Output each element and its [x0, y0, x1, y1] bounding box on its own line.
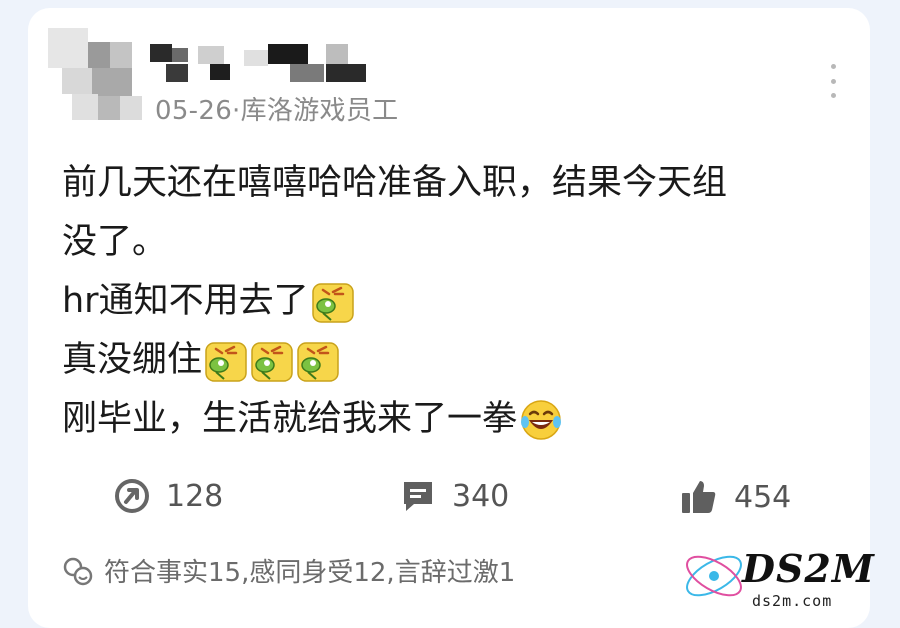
post-line: 没了。: [62, 222, 168, 262]
facepalm-emoji-icon: [311, 280, 355, 324]
reaction-summary[interactable]: 符合事实15,感同身受12,言辞过激1: [62, 552, 515, 589]
reaction-faces-icon: [63, 557, 93, 585]
avatar[interactable]: [48, 28, 146, 120]
share-icon: [115, 479, 149, 513]
post-line: 真没绷住: [62, 331, 842, 390]
share-button[interactable]: 128: [114, 478, 223, 514]
like-button[interactable]: 454: [680, 478, 791, 516]
post-line: 前几天还在嘻嘻哈哈准备入职，结果今天组: [62, 163, 728, 203]
watermark-url: ds2m.com: [752, 592, 833, 610]
post-content: 前几天还在嘻嘻哈哈准备入职，结果今天组 没了。 hr通知不用去了 真没绷住 刚毕…: [62, 154, 842, 449]
facepalm-emoji-icon: [250, 339, 294, 383]
thumbs-up-icon: [682, 481, 716, 513]
more-options-icon[interactable]: [826, 64, 840, 98]
facepalm-emoji-icon: [204, 339, 248, 383]
username[interactable]: [150, 44, 380, 84]
comment-button[interactable]: 340: [400, 478, 509, 514]
post-meta: 05-26·库洛游戏员工: [155, 96, 399, 126]
share-count: 128: [166, 478, 224, 514]
comment-count: 340: [452, 478, 510, 514]
action-bar: 128 340 454: [0, 478, 900, 524]
watermark-logo-text: DS2M: [742, 546, 875, 591]
post-line: 刚毕业，生活就给我来了一拳: [62, 390, 842, 449]
like-count: 454: [734, 479, 792, 515]
reaction-text: 符合事实15,感同身受12,言辞过激1: [104, 558, 516, 588]
post-line: hr通知不用去了: [62, 272, 842, 331]
comment-icon: [404, 482, 432, 511]
laugh-cry-emoji-icon: [519, 398, 563, 442]
facepalm-emoji-icon: [296, 339, 340, 383]
